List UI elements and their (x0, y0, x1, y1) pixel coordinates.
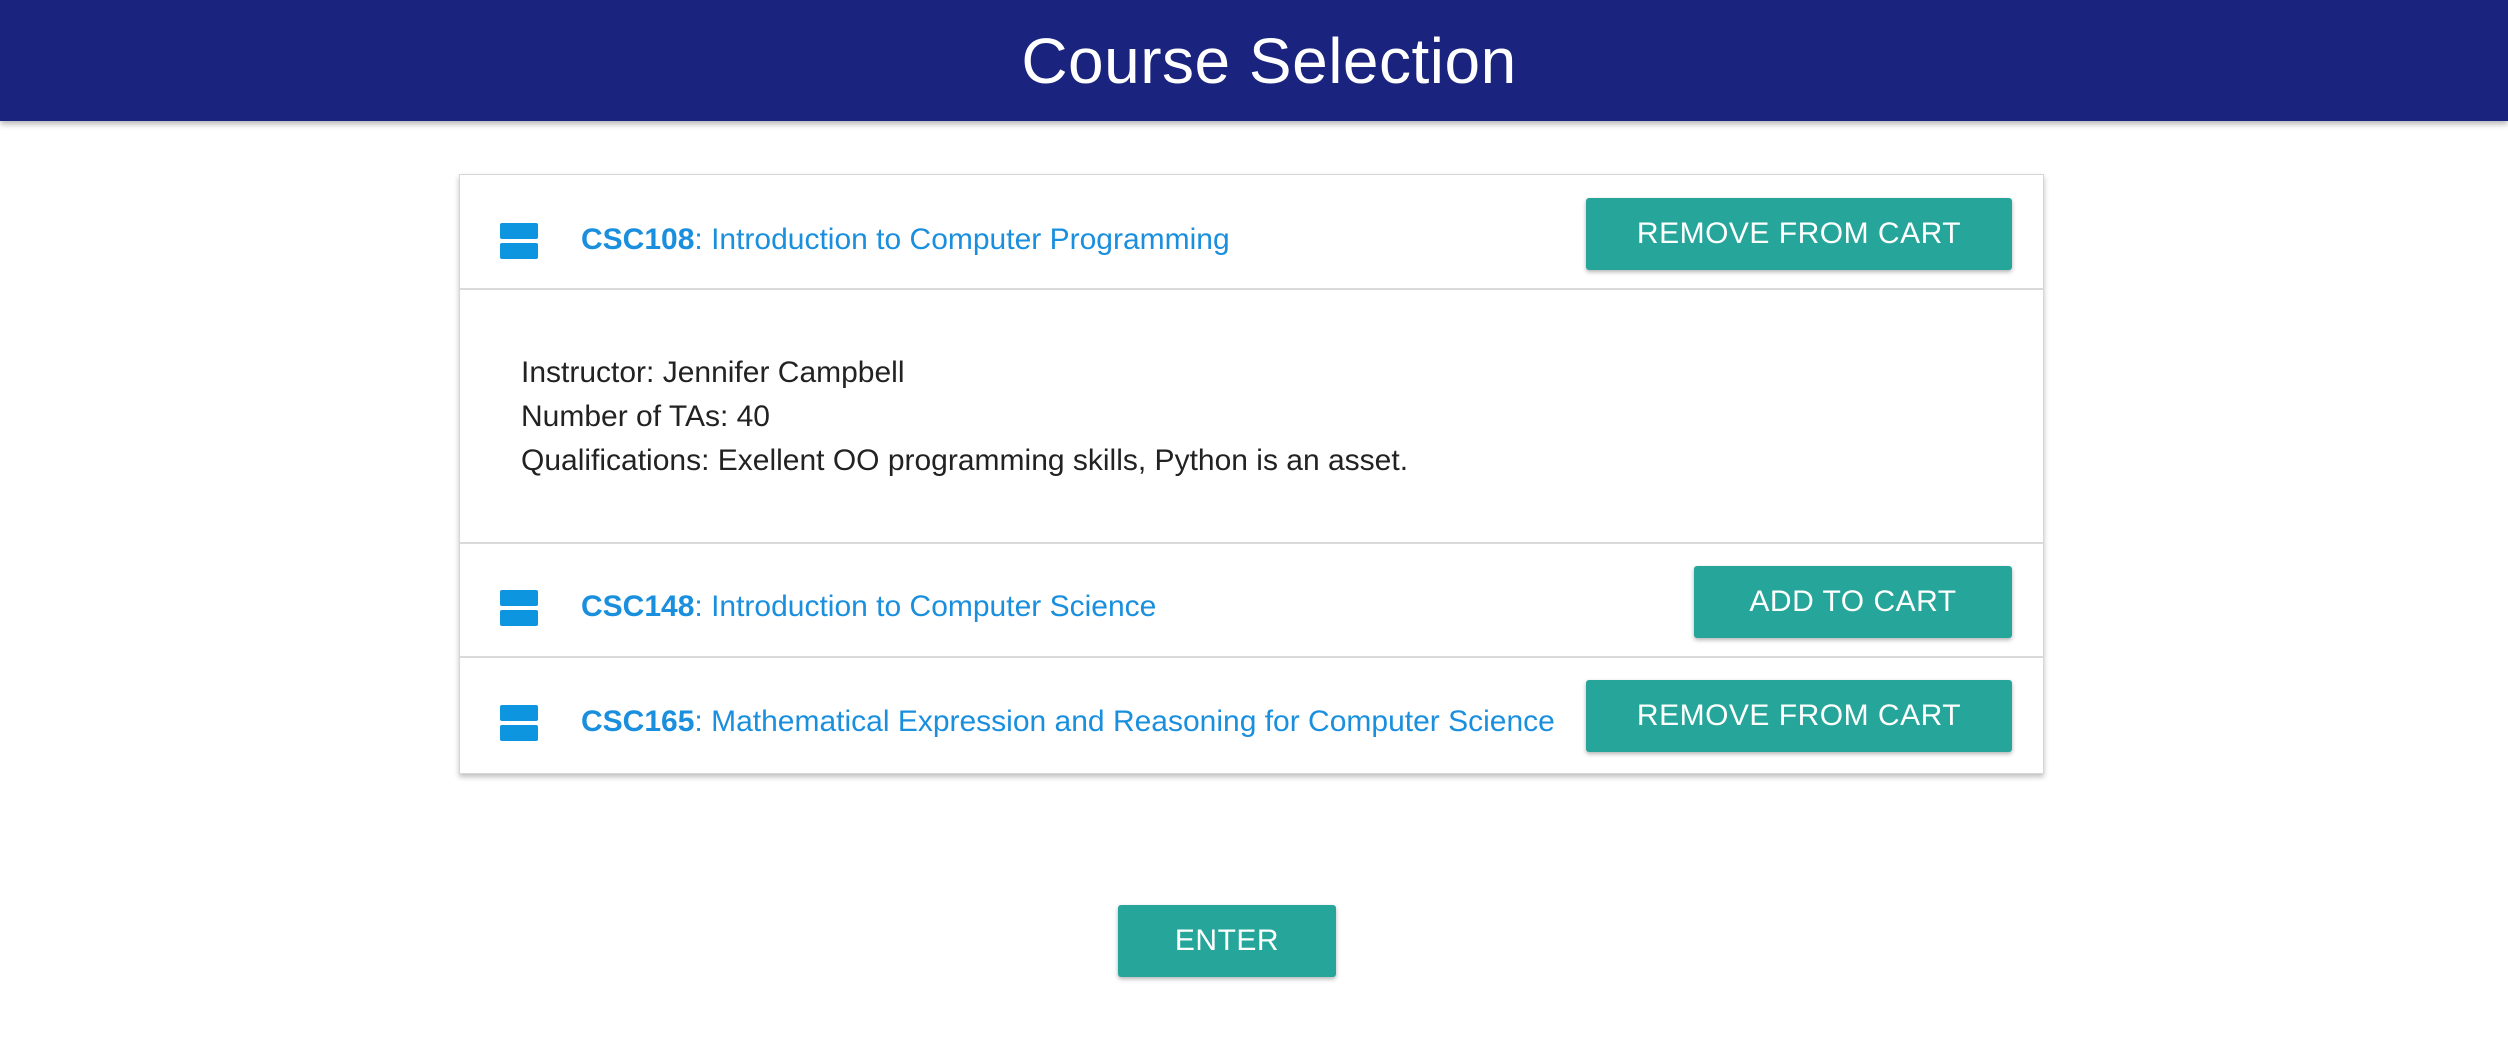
page-title: Course Selection (1021, 24, 1517, 97)
course-code: CSC148 (581, 590, 695, 623)
course-name: : Introduction to Computer Science (694, 590, 1157, 623)
course-title-csc148[interactable]: CSC148: Introduction to Computer Science (581, 590, 1156, 624)
view-stream-icon (500, 590, 538, 626)
course-name: : Introduction to Computer Programming (694, 223, 1230, 256)
course-header-csc108[interactable]: CSC108: Introduction to Computer Program… (460, 175, 2043, 288)
instructor-text: Instructor: Jennifer Campbell (521, 356, 905, 389)
course-header-csc148[interactable]: CSC148: Introduction to Computer Science… (460, 544, 2043, 656)
course-title-csc165[interactable]: CSC165: Mathematical Expression and Reas… (581, 705, 1555, 739)
num-tas-text: Number of TAs: 40 (521, 400, 770, 433)
divider (460, 288, 2043, 290)
add-to-cart-button-csc148[interactable]: ADD TO CART (1694, 566, 2012, 638)
view-stream-icon (500, 223, 538, 259)
course-code: CSC165 (581, 705, 695, 738)
course-details-csc108: Instructor: Jennifer Campbell Number of … (521, 351, 1408, 483)
remove-from-cart-button-csc165[interactable]: REMOVE FROM CART (1586, 680, 2012, 752)
view-stream-icon (500, 705, 538, 741)
course-header-csc165[interactable]: CSC165: Mathematical Expression and Reas… (460, 658, 2043, 772)
course-name: : Mathematical Expression and Reasoning … (694, 705, 1555, 738)
course-list: CSC108: Introduction to Computer Program… (459, 174, 2044, 774)
remove-from-cart-button-csc108[interactable]: REMOVE FROM CART (1586, 198, 2012, 270)
enter-button[interactable]: ENTER (1118, 905, 1336, 977)
qualifications-text: Qualifications: Exellent OO programming … (521, 444, 1409, 477)
course-code: CSC108 (581, 223, 695, 256)
app-bar: Course Selection (0, 0, 2508, 121)
course-title-csc108[interactable]: CSC108: Introduction to Computer Program… (581, 223, 1230, 257)
